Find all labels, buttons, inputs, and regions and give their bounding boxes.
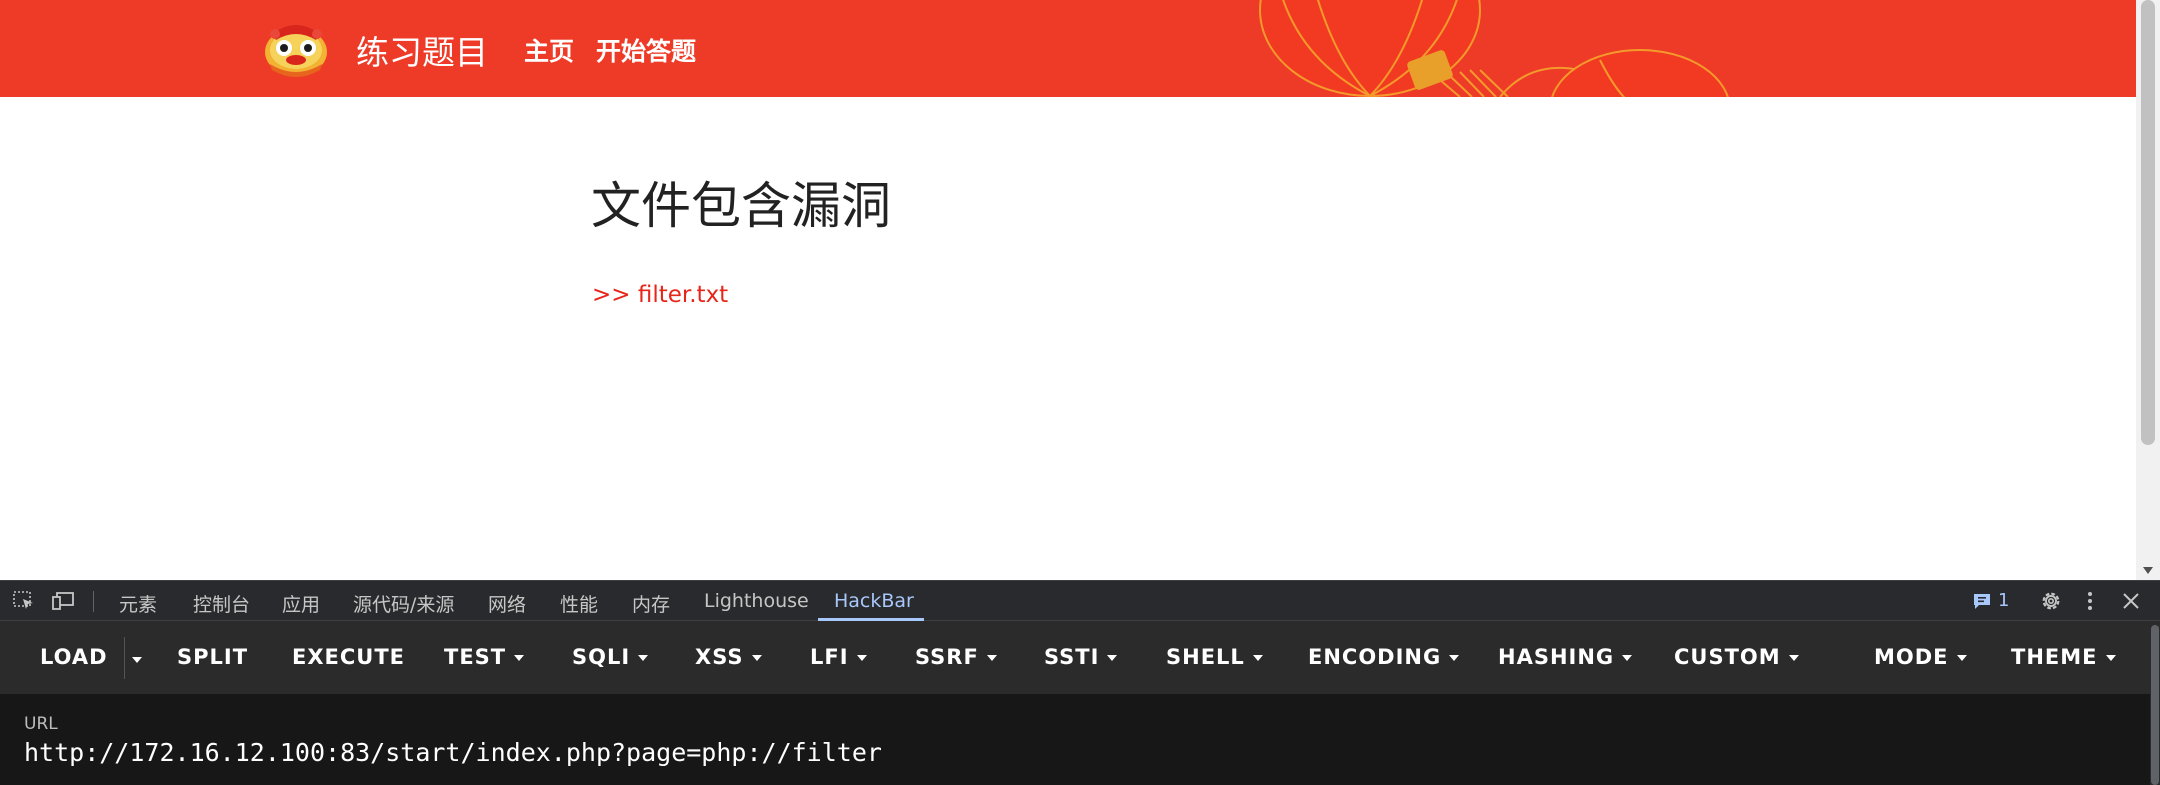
close-devtools-icon[interactable] [2122,591,2140,611]
ssti-menu-label: SSTI [1044,645,1100,669]
sqli-menu-button[interactable]: SQLI [572,645,649,669]
mode-menu-label: MODE [1874,645,1949,669]
device-toolbar-icon[interactable] [52,591,74,611]
tab-lighthouse[interactable]: Lighthouse [704,590,809,612]
tab-hackbar[interactable]: HackBar [834,590,914,612]
page-scrollbar[interactable] [2136,0,2160,580]
theme-menu-label: THEME [2011,645,2098,669]
caret-down-icon [1622,655,1633,661]
caret-down-icon [986,655,997,661]
shell-menu-label: SHELL [1166,645,1245,669]
custom-menu-button[interactable]: CUSTOM [1674,645,1799,669]
caret-down-icon [1449,655,1460,661]
hashing-menu-label: HASHING [1498,645,1615,669]
lfi-menu-button[interactable]: LFI [810,645,867,669]
sqli-menu-label: SQLI [572,645,631,669]
caret-down-icon [1788,655,1799,661]
caret-down-icon [1107,655,1118,661]
more-vert-icon[interactable] [2084,591,2096,611]
scroll-down-arrow-icon[interactable] [2143,567,2153,574]
site-header: 练习题目 主页 开始答题 [0,0,2136,97]
encoding-menu-label: ENCODING [1308,645,1442,669]
tab-sources[interactable]: 源代码/来源 [353,590,454,617]
tab-network[interactable]: 网络 [488,590,526,617]
load-divider [124,637,125,679]
url-field-label: URL [24,714,58,734]
load-dropdown-caret-icon[interactable] [132,657,142,663]
caret-down-icon [856,655,867,661]
lion-dance-logo-icon [265,25,327,77]
hackbar-scrollbar[interactable] [2150,621,2160,785]
execute-button[interactable]: EXECUTE [292,645,405,669]
split-button[interactable]: SPLIT [177,645,248,669]
site-title: 练习题目 [356,33,488,72]
hashing-menu-button[interactable]: HASHING [1498,645,1633,669]
ssrf-menu-label: SSRF [915,645,979,669]
nav-home-link[interactable]: 主页 [524,32,574,68]
issues-icon [1974,593,1990,609]
ssrf-menu-button[interactable]: SSRF [915,645,997,669]
inspect-element-icon[interactable] [13,591,35,611]
issues-badge[interactable]: 1 [1972,590,2009,611]
filter-txt-link[interactable]: >> filter.txt [592,282,728,308]
issues-count: 1 [1998,590,2010,611]
hackbar-scrollbar-thumb[interactable] [2151,625,2159,785]
tab-performance[interactable]: 性能 [560,590,598,617]
tab-bar-divider [93,591,94,612]
tab-console[interactable]: 控制台 [193,590,250,617]
tab-memory[interactable]: 内存 [632,590,670,617]
caret-down-icon [514,655,525,661]
xss-menu-button[interactable]: XSS [695,645,762,669]
test-menu-button[interactable]: TEST [444,645,525,669]
url-input[interactable] [24,738,2124,767]
page-scrollbar-thumb[interactable] [2141,0,2155,445]
ssti-menu-button[interactable]: SSTI [1044,645,1118,669]
tab-elements[interactable]: 元素 [119,590,157,617]
caret-down-icon [638,655,649,661]
caret-down-icon [2105,655,2116,661]
page-title: 文件包含漏洞 [591,177,891,235]
settings-gear-icon[interactable] [2040,590,2062,612]
theme-menu-button[interactable]: THEME [2011,645,2116,669]
hackbar-body: URL [0,694,2150,785]
devtools-panel: 元素 控制台 应用 源代码/来源 网络 性能 内存 Lighthouse Hac… [0,580,2160,785]
caret-down-icon [1956,655,1967,661]
test-menu-label: TEST [444,645,507,669]
caret-down-icon [1252,655,1263,661]
devtools-tab-bar: 元素 控制台 应用 源代码/来源 网络 性能 内存 Lighthouse Hac… [0,580,2160,621]
caret-down-icon [751,655,762,661]
xss-menu-label: XSS [695,645,744,669]
encoding-menu-button[interactable]: ENCODING [1308,645,1460,669]
load-button[interactable]: LOAD [40,645,108,669]
decorative-lanterns-icon [1259,0,1729,97]
mode-menu-button[interactable]: MODE [1874,645,1967,669]
shell-menu-button[interactable]: SHELL [1166,645,1263,669]
nav-start-quiz-link[interactable]: 开始答题 [596,32,696,68]
hackbar-toolbar: LOAD SPLIT EXECUTE TEST SQLI XSS LFI SSR… [0,621,2150,694]
tab-application[interactable]: 应用 [282,590,320,617]
custom-menu-label: CUSTOM [1674,645,1781,669]
lfi-menu-label: LFI [810,645,849,669]
